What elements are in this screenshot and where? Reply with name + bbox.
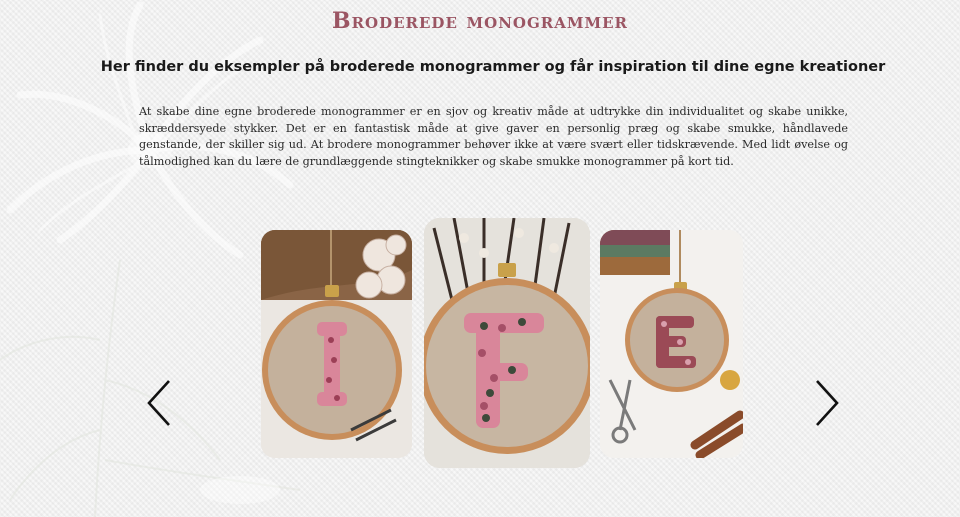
carousel-next-button[interactable] [812,378,842,428]
carousel-prev-button[interactable] [144,378,174,428]
chevron-left-icon [147,380,170,426]
page-title: Broderede monogrammer [331,8,629,34]
chevron-right-icon [816,380,839,426]
carousel-slide-f[interactable] [424,218,590,468]
page-subtitle: Her finder du eksempler på broderede mon… [100,59,886,75]
embroidery-hoop-f-image [424,218,590,468]
carousel-slide-i[interactable] [261,230,412,458]
embroidery-hoop-i-image [261,230,412,458]
intro-paragraph: At skabe dine egne broderede monogrammer… [139,105,848,168]
embroidery-hoop-e-image [600,230,743,458]
carousel-slide-e[interactable] [600,230,743,458]
